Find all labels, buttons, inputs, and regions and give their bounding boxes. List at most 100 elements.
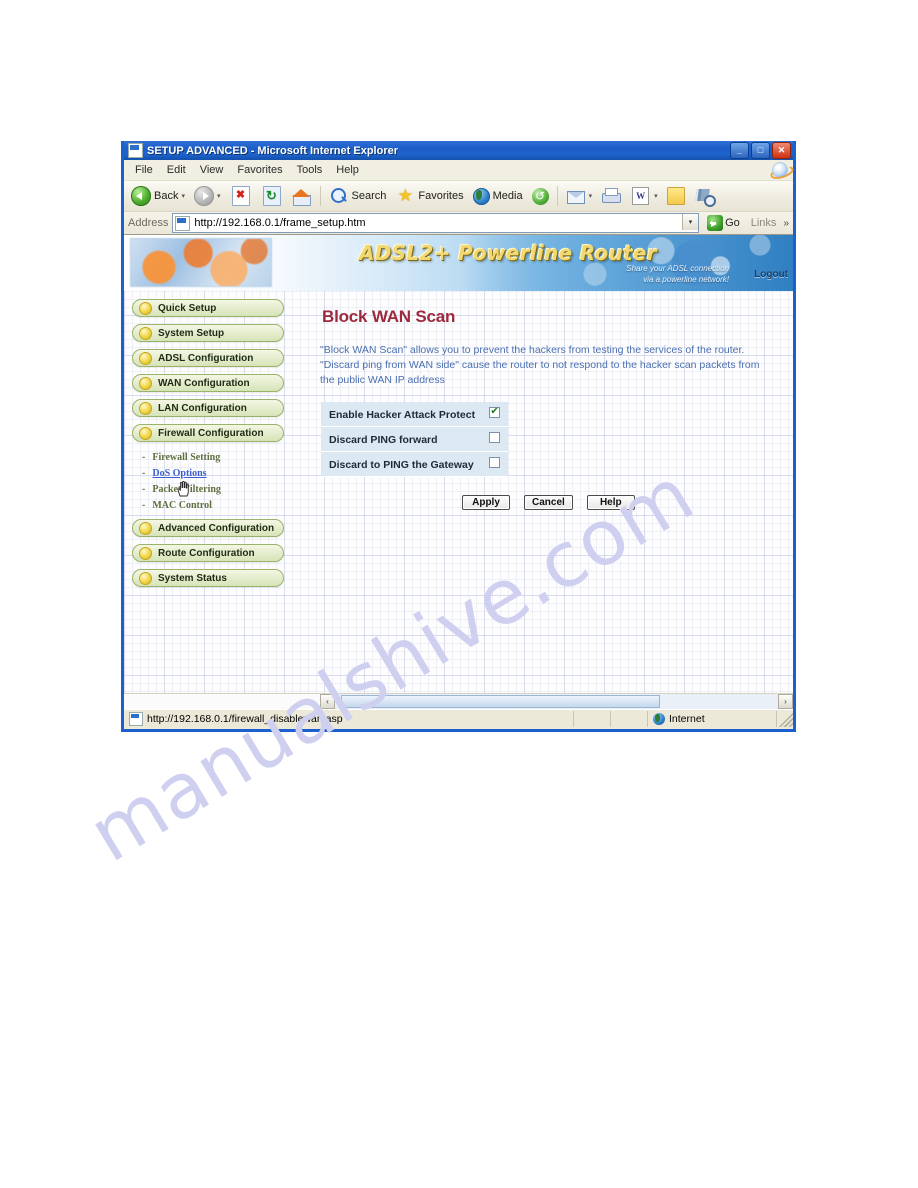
media-button[interactable]: Media [469, 182, 527, 210]
scrollbar-thumb[interactable] [341, 695, 660, 708]
back-label: Back [154, 190, 179, 202]
apply-button[interactable]: Apply [462, 495, 510, 510]
home-icon [291, 186, 312, 206]
sidebar-item-route-configuration[interactable]: Route Configuration [132, 544, 284, 562]
screenshot-page: SETUP ADVANCED - Microsoft Internet Expl… [0, 0, 918, 1188]
banner-subtitle-line2: via a powerline network! [643, 275, 729, 284]
resize-grip[interactable] [777, 711, 793, 727]
messenger-icon [694, 186, 716, 207]
sidebar-item-quick-setup[interactable]: Quick Setup [132, 299, 284, 317]
table-row: Discard to PING the Gateway [321, 451, 509, 477]
minimize-button[interactable]: _ [730, 142, 749, 159]
internet-zone-icon [653, 713, 665, 725]
edit-dropdown-caret-icon[interactable]: ▾ [654, 192, 658, 200]
mail-button[interactable]: ▾ [562, 182, 597, 210]
sidebar-item-label: ADSL Configuration [158, 352, 254, 364]
sidebar-item-firewall-configuration[interactable]: Firewall Configuration [132, 424, 284, 442]
banner-subtitle: Share your ADSL connection via a powerli… [626, 263, 729, 285]
sidebar-item-adsl-configuration[interactable]: ADSL Configuration [132, 349, 284, 367]
links-chevron-icon[interactable]: » [783, 218, 793, 229]
dash-icon: - [142, 499, 146, 511]
status-page-icon [129, 712, 143, 726]
sidebar-subitem-mac-control[interactable]: - MAC Control [142, 497, 314, 513]
menu-item-view[interactable]: View [193, 162, 231, 178]
stop-button[interactable] [226, 182, 256, 210]
search-button[interactable]: Search [325, 182, 391, 210]
sidebar-subitem-firewall-setting[interactable]: - Firewall Setting [142, 449, 314, 465]
logout-link[interactable]: Logout [754, 269, 788, 280]
option-label-cell: Discard PING forward [321, 426, 484, 452]
back-dropdown-caret-icon[interactable]: ▾ [181, 192, 185, 200]
menu-item-tools[interactable]: Tools [290, 162, 330, 178]
scrollbar-left-pad [124, 694, 320, 709]
sidebar-item-system-setup[interactable]: System Setup [132, 324, 284, 342]
mail-icon [566, 186, 586, 206]
help-button[interactable]: Help [586, 495, 635, 510]
horizontal-scrollbar[interactable]: ‹ › [124, 693, 793, 709]
menu-item-file[interactable]: File [128, 162, 160, 178]
option-label-cell: Discard to PING the Gateway [321, 451, 484, 477]
scrollbar-track[interactable] [335, 694, 778, 709]
minimize-icon: _ [736, 145, 742, 155]
window-title: SETUP ADVANCED - Microsoft Internet Expl… [147, 144, 398, 157]
bullet-icon [139, 301, 152, 315]
maximize-icon: □ [757, 145, 764, 155]
sidebar-item-label: Quick Setup [158, 302, 217, 314]
status-url-cell: http://192.168.0.1/firewall_disablewan.a… [124, 711, 574, 727]
sidebar-subitem-packet-filtering[interactable]: - Packet Filtering [142, 481, 314, 497]
address-dropdown-button[interactable]: ▾ [682, 214, 699, 230]
menu-item-edit[interactable]: Edit [160, 162, 193, 178]
table-row: Discard PING forward [321, 426, 509, 452]
close-icon: ✕ [777, 145, 786, 155]
favorites-button[interactable]: ★ Favorites [391, 182, 467, 210]
home-button[interactable] [288, 182, 316, 210]
go-button[interactable]: Go [703, 215, 744, 231]
sidebar-item-wan-configuration[interactable]: WAN Configuration [132, 374, 284, 392]
cancel-button[interactable]: Cancel [524, 495, 573, 510]
window-titlebar: SETUP ADVANCED - Microsoft Internet Expl… [124, 141, 793, 160]
refresh-icon [262, 186, 281, 206]
status-zone-text: Internet [669, 713, 705, 725]
sidebar-item-advanced-configuration[interactable]: Advanced Configuration [132, 519, 284, 537]
chevron-left-icon: ‹ [326, 697, 329, 706]
address-page-icon [175, 215, 191, 231]
print-button[interactable] [597, 182, 625, 210]
page-viewport: ADSL2+ Powerline Router Share your ADSL … [124, 235, 793, 693]
dash-icon: - [142, 483, 146, 495]
forward-dropdown-caret-icon[interactable]: ▾ [217, 192, 221, 200]
scroll-right-button[interactable]: › [778, 694, 793, 709]
search-label: Search [351, 190, 387, 202]
menu-item-favorites[interactable]: Favorites [230, 162, 289, 178]
sidebar-subitem-dos-options[interactable]: - DoS Options [142, 465, 314, 481]
sidebar-item-lan-configuration[interactable]: LAN Configuration [132, 399, 284, 417]
table-row: Enable Hacker Attack Protect [321, 402, 509, 427]
site-banner: ADSL2+ Powerline Router Share your ADSL … [124, 235, 793, 291]
edit-button[interactable]: ▾ [626, 182, 662, 210]
forward-button[interactable]: ▾ [190, 182, 225, 210]
sidebar-item-label: LAN Configuration [158, 402, 247, 414]
links-label[interactable]: Links [748, 217, 780, 229]
sidebar-item-label: Route Configuration [158, 547, 255, 559]
note-button[interactable] [663, 182, 689, 210]
sidebar-item-system-status[interactable]: System Status [132, 569, 284, 587]
option-label-cell: Enable Hacker Attack Protect [321, 402, 484, 427]
menu-item-help[interactable]: Help [329, 162, 366, 178]
history-button[interactable] [528, 182, 553, 210]
sidebar-item-label: System Status [158, 572, 227, 584]
scroll-left-button[interactable]: ‹ [320, 694, 335, 709]
checkbox-discard-to-ping-the-gateway[interactable] [489, 457, 501, 468]
checkbox-discard-ping-forward[interactable] [489, 432, 501, 443]
mail-dropdown-caret-icon[interactable]: ▾ [589, 192, 593, 200]
checkbox-enable-hacker-attack-protect[interactable] [489, 405, 501, 419]
address-input[interactable]: http://192.168.0.1/frame_setup.htm ▾ [172, 213, 700, 233]
back-button[interactable]: Back ▾ [127, 182, 189, 210]
chevron-right-icon: › [784, 697, 787, 706]
window-controls: _ □ ✕ [730, 142, 791, 159]
go-label: Go [725, 217, 740, 229]
sidebar-item-label: System Setup [158, 327, 225, 339]
messenger-button[interactable] [690, 182, 718, 210]
sidebar-nav: Quick Setup System Setup ADSL Configurat… [124, 291, 314, 594]
close-button[interactable]: ✕ [772, 142, 791, 159]
refresh-button[interactable] [257, 182, 287, 210]
maximize-button[interactable]: □ [751, 142, 770, 159]
